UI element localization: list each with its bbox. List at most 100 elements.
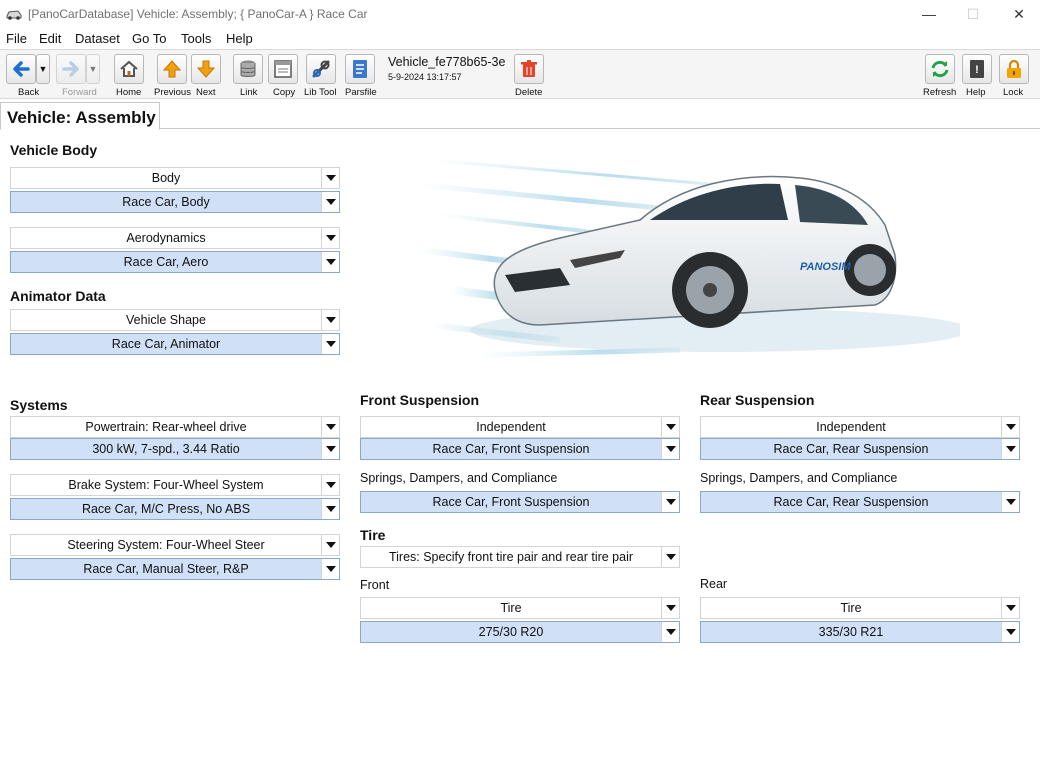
powertrain-dataset-select[interactable]: 300 kW, 7-spd., 3.44 Ratio: [10, 438, 340, 460]
steering-dataset-select[interactable]: Race Car, Manual Steer, R&P: [10, 558, 340, 580]
dropdown-arrow-icon[interactable]: [321, 334, 339, 354]
help-button[interactable]: !: [962, 54, 992, 84]
forward-button[interactable]: [56, 54, 86, 84]
back-button[interactable]: [6, 54, 36, 84]
aero-dataset-select[interactable]: Race Car, Aero: [10, 251, 340, 273]
rear-kinematics-type-select[interactable]: Independent: [700, 416, 1020, 438]
dropdown-arrow-icon[interactable]: [661, 598, 679, 618]
vehicle-shape-dataset-text: Race Car, Animator: [111, 337, 221, 351]
steering-type-select[interactable]: Steering System: Four-Wheel Steer: [10, 534, 340, 556]
dropdown-arrow-icon[interactable]: [661, 547, 679, 567]
menu-dataset[interactable]: Dataset: [75, 31, 120, 46]
maximize-button[interactable]: ☐: [950, 0, 996, 28]
rear-tire-dataset-select[interactable]: 335/30 R21: [700, 621, 1020, 643]
minimize-button[interactable]: —: [906, 0, 952, 28]
dropdown-arrow-icon[interactable]: [321, 310, 339, 330]
tab-vehicle-assembly[interactable]: Vehicle: Assembly: [0, 102, 160, 130]
dropdown-arrow-icon[interactable]: [321, 439, 339, 459]
dropdown-arrow-icon[interactable]: [321, 192, 339, 212]
parsfile-button[interactable]: [345, 54, 375, 84]
front-tire-type-select[interactable]: Tire: [360, 597, 680, 619]
dropdown-arrow-icon[interactable]: [321, 559, 339, 579]
dropdown-arrow-icon[interactable]: [1001, 417, 1019, 437]
tab-bar: Vehicle: Assembly: [0, 100, 1040, 130]
tire-mode-select[interactable]: Tires: Specify front tire pair and rear …: [360, 546, 680, 568]
powertrain-dataset-text: 300 kW, 7-spd., 3.44 Ratio: [92, 442, 240, 456]
front-kinematics-dataset-text: Race Car, Front Suspension: [432, 442, 590, 456]
menu-tools[interactable]: Tools: [181, 31, 211, 46]
rear-kinematics-dataset-select[interactable]: Race Car, Rear Suspension: [700, 438, 1020, 460]
front-kinematics-type-text: Independent: [476, 420, 546, 434]
copy-button[interactable]: [268, 54, 298, 84]
link-label: Link: [240, 87, 258, 98]
dropdown-arrow-icon[interactable]: [661, 439, 679, 459]
systems-title: Systems: [10, 397, 68, 413]
rear-kinematics-type-text: Independent: [816, 420, 886, 434]
dropdown-arrow-icon[interactable]: [321, 499, 339, 519]
aero-type-select[interactable]: Aerodynamics: [10, 227, 340, 249]
back-label: Back: [18, 87, 40, 98]
dropdown-arrow-icon[interactable]: [321, 228, 339, 248]
brake-dataset-select[interactable]: Race Car, M/C Press, No ABS: [10, 498, 340, 520]
up-arrow-icon: [162, 60, 182, 78]
dataset-timestamp: 5-9-2024 13:17:57: [388, 72, 462, 82]
vehicle-shape-type-select[interactable]: Vehicle Shape: [10, 309, 340, 331]
front-kinematics-dataset-select[interactable]: Race Car, Front Suspension: [360, 438, 680, 460]
rear-tire-type-select[interactable]: Tire: [700, 597, 1020, 619]
front-compliance-dataset-select[interactable]: Race Car, Front Suspension: [360, 491, 680, 513]
link-button[interactable]: [233, 54, 263, 84]
previous-button[interactable]: [157, 54, 187, 84]
front-suspension-title: Front Suspension: [360, 392, 479, 408]
rear-compliance-dataset-select[interactable]: Race Car, Rear Suspension: [700, 491, 1020, 513]
front-tire-dataset-select[interactable]: 275/30 R20: [360, 621, 680, 643]
body-type-text: Body: [151, 171, 181, 185]
next-button[interactable]: [191, 54, 221, 84]
home-button[interactable]: [114, 54, 144, 84]
dropdown-arrow-icon[interactable]: [321, 168, 339, 188]
forward-history-dropdown[interactable]: ▼: [86, 54, 100, 84]
home-icon: [120, 60, 138, 77]
dropdown-arrow-icon[interactable]: [1001, 492, 1019, 512]
rear-compliance-dataset-text: Race Car, Rear Suspension: [773, 495, 929, 509]
menu-go-to[interactable]: Go To: [132, 31, 166, 46]
dropdown-arrow-icon[interactable]: [321, 417, 339, 437]
menu-file[interactable]: File: [6, 31, 27, 46]
aero-dataset-text: Race Car, Aero: [123, 255, 209, 269]
refresh-icon: [931, 60, 949, 78]
dropdown-arrow-icon[interactable]: [321, 475, 339, 495]
dropdown-arrow-icon[interactable]: [661, 492, 679, 512]
chevron-down-icon: ▼: [38, 64, 48, 74]
dropdown-arrow-icon[interactable]: [1001, 622, 1019, 642]
body-dataset-select[interactable]: Race Car, Body: [10, 191, 340, 213]
lib-tool-button[interactable]: [306, 54, 336, 84]
back-history-dropdown[interactable]: ▼: [36, 54, 50, 84]
dropdown-arrow-icon[interactable]: [1001, 439, 1019, 459]
refresh-button[interactable]: [925, 54, 955, 84]
front-kinematics-type-select[interactable]: Independent: [360, 416, 680, 438]
powertrain-type-text: Powertrain: Rear-wheel drive: [85, 420, 247, 434]
delete-button[interactable]: [514, 54, 544, 84]
parsfile-label: Parsfile: [345, 87, 377, 98]
vehicle-shape-dataset-select[interactable]: Race Car, Animator: [10, 333, 340, 355]
brake-type-select[interactable]: Brake System: Four-Wheel System: [10, 474, 340, 496]
dataset-name: Vehicle_fe778b65-3e: [388, 55, 506, 69]
menu-bar: File Edit Dataset Go To Tools Help: [0, 30, 1040, 48]
close-button[interactable]: ✕: [996, 0, 1040, 28]
menu-help[interactable]: Help: [226, 31, 253, 46]
body-type-select[interactable]: Body: [10, 167, 340, 189]
dropdown-arrow-icon[interactable]: [661, 622, 679, 642]
rear-tire-label: Rear: [700, 577, 728, 591]
dropdown-arrow-icon[interactable]: [1001, 598, 1019, 618]
steering-dataset-text: Race Car, Manual Steer, R&P: [83, 562, 249, 576]
refresh-label: Refresh: [923, 87, 957, 98]
menu-edit[interactable]: Edit: [39, 31, 61, 46]
body-dataset-text: Race Car, Body: [122, 195, 210, 209]
title-bar: [PanoCarDatabase] Vehicle: Assembly; { P…: [0, 0, 1040, 28]
dropdown-arrow-icon[interactable]: [321, 535, 339, 555]
lock-button[interactable]: [999, 54, 1029, 84]
lock-label: Lock: [1003, 87, 1024, 98]
dropdown-arrow-icon[interactable]: [321, 252, 339, 272]
toolbar: ▼ Back ▼ Forward Home Previous Next Link…: [0, 49, 1040, 99]
powertrain-type-select[interactable]: Powertrain: Rear-wheel drive: [10, 416, 340, 438]
dropdown-arrow-icon[interactable]: [661, 417, 679, 437]
